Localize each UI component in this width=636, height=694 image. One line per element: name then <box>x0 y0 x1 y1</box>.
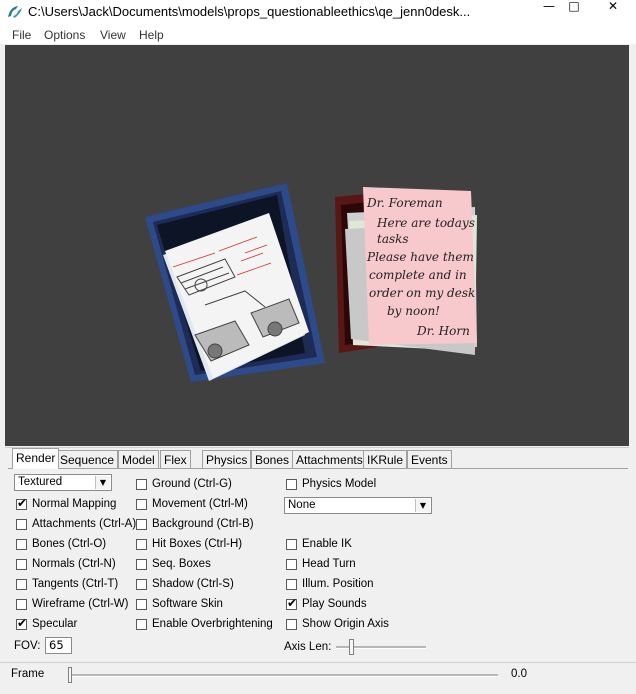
display-opt-checkbox-3[interactable] <box>136 539 147 550</box>
physics-select-value: None <box>288 499 316 511</box>
frame-slider-thumb[interactable] <box>68 667 72 683</box>
render-opt-label-6: Specular <box>32 618 78 630</box>
title-bar: C:\Users\Jack\Documents\models\props_que… <box>0 0 636 24</box>
task-note-tray: Dr. Foreman Here are todays tasks Please… <box>335 187 477 355</box>
render-opt-checkbox-6[interactable]: ✔ <box>16 616 28 630</box>
extra-opt-label-4: Show Origin Axis <box>302 618 389 630</box>
display-opt-label-5: Shadow (Ctrl-S) <box>152 578 234 590</box>
display-opt-checkbox-6[interactable] <box>136 599 147 610</box>
display-opt-label-6: Software Skin <box>152 598 223 610</box>
menu-file[interactable]: File <box>12 28 31 42</box>
display-opt-checkbox-4[interactable] <box>136 559 147 570</box>
render-opt-checkbox-5[interactable] <box>16 599 27 610</box>
display-opt-label-1: Movement (Ctrl-M) <box>152 498 248 510</box>
note-line-6: order on my desk <box>369 286 475 300</box>
model-viewport[interactable]: Dr. Foreman Here are todays tasks Please… <box>5 45 629 446</box>
tab-events[interactable]: Events <box>407 450 452 469</box>
fov-label: FOV: <box>14 640 41 652</box>
note-line-2: Here are todays <box>376 216 475 230</box>
extra-opt-label-0: Enable IK <box>302 538 352 550</box>
frame-value: 0.0 <box>511 668 527 680</box>
tab-model[interactable]: Model <box>118 450 159 469</box>
tab-flex[interactable]: Flex <box>160 450 191 469</box>
menu-options[interactable]: Options <box>44 28 85 42</box>
extra-opt-checkbox-0[interactable] <box>286 539 297 550</box>
menu-help[interactable]: Help <box>139 28 164 42</box>
display-opt-checkbox-1[interactable] <box>136 499 147 510</box>
display-opt-checkbox-0[interactable] <box>136 479 147 490</box>
extra-opt-label-1: Head Turn <box>302 558 356 570</box>
render-opt-label-2: Bones (Ctrl-O) <box>32 538 107 550</box>
menu-view[interactable]: View <box>100 28 126 42</box>
frame-bar: Frame 0.0 <box>0 662 636 694</box>
physics-model-checkbox[interactable] <box>286 479 297 490</box>
tab-ikrule[interactable]: IKRule <box>363 450 408 469</box>
display-opt-checkbox-2[interactable] <box>136 519 147 530</box>
checkmark-icon: ✔ <box>287 596 298 610</box>
note-line-4: Please have them <box>366 250 474 264</box>
note-line-8: Dr. Horn <box>416 324 470 338</box>
note-line-3: tasks <box>377 232 409 246</box>
tab-bones[interactable]: Bones <box>251 450 294 469</box>
axis-len-slider-thumb[interactable] <box>349 639 354 655</box>
render-opt-label-5: Wireframe (Ctrl-W) <box>32 598 129 610</box>
fov-input[interactable]: 65 <box>45 637 72 654</box>
extra-opt-checkbox-1[interactable] <box>286 559 297 570</box>
display-opt-checkbox-5[interactable] <box>136 579 147 590</box>
display-opt-label-3: Hit Boxes (Ctrl-H) <box>152 538 243 550</box>
physics-model-label: Physics Model <box>302 478 377 490</box>
app-icon <box>8 6 22 18</box>
frame-slider-track[interactable] <box>70 674 498 677</box>
physics-select[interactable]: None ▼ <box>284 497 432 514</box>
render-mode-value: Textured <box>18 476 63 488</box>
tab-attachments[interactable]: Attachments <box>292 450 367 469</box>
render-opt-checkbox-4[interactable] <box>16 579 27 590</box>
display-opt-label-0: Ground (Ctrl-G) <box>152 478 232 490</box>
note-line-7: by noon! <box>387 304 440 318</box>
chevron-down-icon: ▼ <box>95 476 110 489</box>
window-title: C:\Users\Jack\Documents\models\props_que… <box>28 4 471 19</box>
display-opt-label-7: Enable Overbrightening <box>152 618 273 630</box>
extra-opt-checkbox-3[interactable]: ✔ <box>286 596 298 610</box>
extra-opt-label-3: Play Sounds <box>302 598 367 610</box>
render-opt-checkbox-3[interactable] <box>16 559 27 570</box>
extra-opt-checkbox-2[interactable] <box>286 579 297 590</box>
display-opt-label-2: Background (Ctrl-B) <box>152 518 254 530</box>
maximize-button[interactable]: □ <box>560 0 588 14</box>
render-opt-label-0: Normal Mapping <box>32 498 117 510</box>
minimize-button[interactable]: — <box>535 0 563 14</box>
render-opt-checkbox-1[interactable] <box>16 519 27 530</box>
render-opt-checkbox-2[interactable] <box>16 539 27 550</box>
tab-physics[interactable]: Physics <box>202 450 252 469</box>
axis-len-label: Axis Len: <box>284 641 332 653</box>
chevron-down-icon: ▼ <box>415 499 430 512</box>
render-opt-label-4: Tangents (Ctrl-T) <box>32 578 119 590</box>
blueprint-tray <box>145 183 325 382</box>
note-line-1: Dr. Foreman <box>366 196 443 210</box>
tab-sequence[interactable]: Sequence <box>56 450 119 469</box>
extra-opt-checkbox-4[interactable] <box>286 619 297 630</box>
extra-opt-label-2: Illum. Position <box>302 578 374 590</box>
render-opt-label-1: Attachments (Ctrl-A) <box>32 518 137 530</box>
checkmark-icon: ✔ <box>17 496 28 510</box>
render-mode-select[interactable]: Textured ▼ <box>14 474 112 491</box>
render-opt-checkbox-0[interactable]: ✔ <box>16 496 28 510</box>
note-line-5: complete and in <box>369 268 467 282</box>
menu-bar: File Options View Help <box>0 24 636 44</box>
tab-render[interactable]: Render <box>12 448 59 469</box>
render-opt-label-3: Normals (Ctrl-N) <box>32 558 116 570</box>
display-opt-checkbox-7[interactable] <box>136 619 147 630</box>
checkmark-icon: ✔ <box>17 616 28 630</box>
display-opt-label-4: Seq. Boxes <box>152 558 211 570</box>
frame-label: Frame <box>11 668 45 680</box>
close-button[interactable]: ✕ <box>590 0 636 14</box>
model-render: Dr. Foreman Here are todays tasks Please… <box>145 183 477 382</box>
